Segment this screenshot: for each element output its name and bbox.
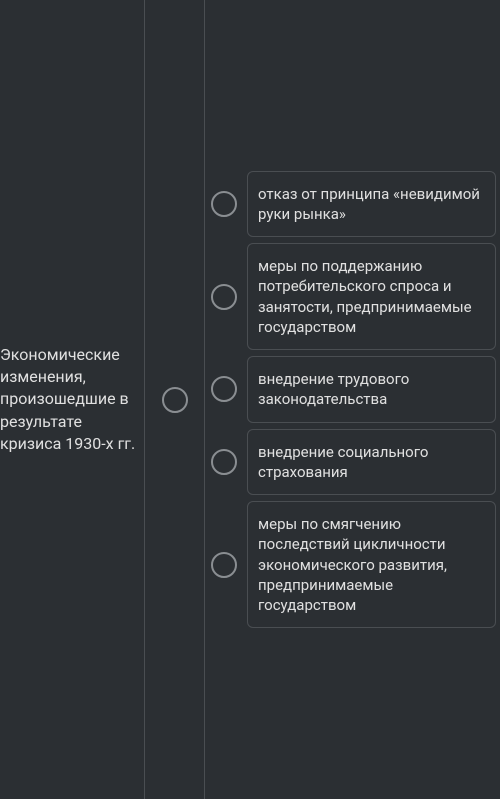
option-box-1[interactable]: меры по поддержанию потребительского спр…: [247, 243, 496, 350]
option-label: меры по поддержанию потребительского спр…: [258, 257, 472, 336]
option-label: отказ от принципа «невидимой руки рынка»: [258, 185, 480, 223]
question-prompt: Экономические изменения, произошедшие в …: [0, 344, 136, 456]
option-row: внедрение трудового законодательства: [211, 356, 496, 423]
option-row: отказ от принципа «невидимой руки рынка»: [211, 171, 496, 238]
option-row: внедрение социального страхования: [211, 429, 496, 496]
options-column: отказ от принципа «невидимой руки рынка»…: [205, 0, 500, 799]
option-radio-0[interactable]: [211, 191, 237, 217]
option-label: внедрение социального страхования: [258, 443, 428, 481]
option-radio-1[interactable]: [211, 284, 237, 310]
category-radio[interactable]: [162, 387, 188, 413]
option-radio-4[interactable]: [211, 552, 237, 578]
option-box-2[interactable]: внедрение трудового законодательства: [247, 356, 496, 423]
option-box-0[interactable]: отказ от принципа «невидимой руки рынка»: [247, 171, 496, 238]
option-box-3[interactable]: внедрение социального страхования: [247, 429, 496, 496]
option-row: меры по смягчению последствий цикличност…: [211, 501, 496, 628]
option-row: меры по поддержанию потребительского спр…: [211, 243, 496, 350]
option-box-4[interactable]: меры по смягчению последствий цикличност…: [247, 501, 496, 628]
option-label: внедрение трудового законодательства: [258, 370, 409, 408]
option-label: меры по смягчению последствий цикличност…: [258, 515, 447, 614]
category-radio-column: [145, 0, 205, 799]
option-radio-2[interactable]: [211, 376, 237, 402]
question-column: Экономические изменения, произошедшие в …: [0, 0, 145, 799]
option-radio-3[interactable]: [211, 449, 237, 475]
